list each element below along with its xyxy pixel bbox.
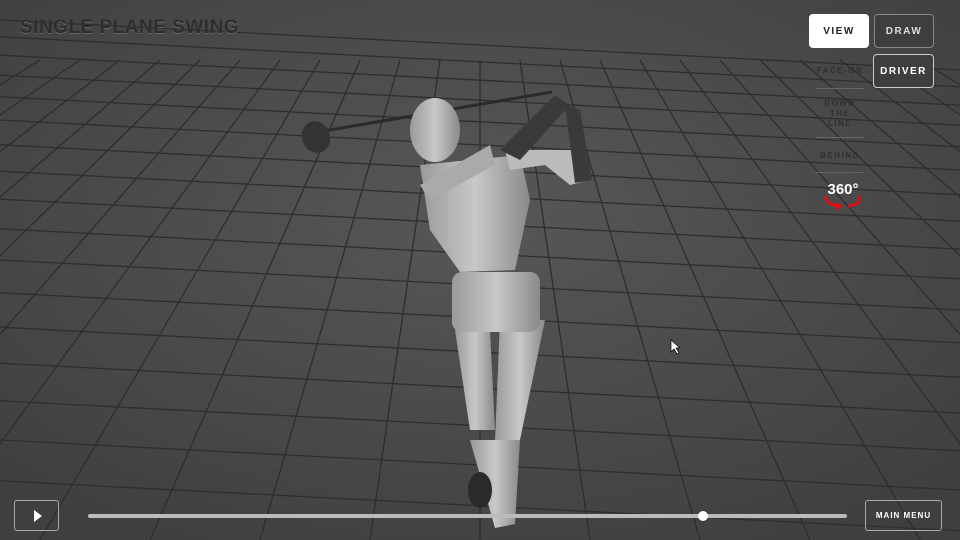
play-button[interactable]: [14, 500, 59, 531]
rotate-360-button[interactable]: 360°: [820, 178, 866, 212]
divider: [816, 172, 864, 173]
divider: [816, 137, 864, 138]
rotate-360-icon: 360°: [824, 181, 861, 210]
page-title: SINGLE PLANE SWING: [20, 17, 240, 38]
playback-slider[interactable]: [88, 511, 847, 521]
draw-mode-button[interactable]: DRAW: [874, 14, 934, 48]
divider: [816, 88, 864, 89]
view-down-the-line[interactable]: DOWN THE LINE: [816, 99, 864, 129]
view-behind[interactable]: BEHIND: [816, 151, 864, 161]
view-mode-button[interactable]: VIEW: [809, 14, 869, 48]
club-driver-button[interactable]: DRIVER: [873, 54, 934, 88]
view-face-on[interactable]: FACE-ON: [816, 66, 864, 76]
play-icon: [33, 509, 42, 522]
main-menu-button[interactable]: MAIN MENU: [865, 500, 942, 531]
playback-slider-thumb[interactable]: [697, 511, 708, 521]
rotate-360-label: 360°: [827, 181, 858, 198]
3d-viewport[interactable]: [0, 0, 960, 540]
